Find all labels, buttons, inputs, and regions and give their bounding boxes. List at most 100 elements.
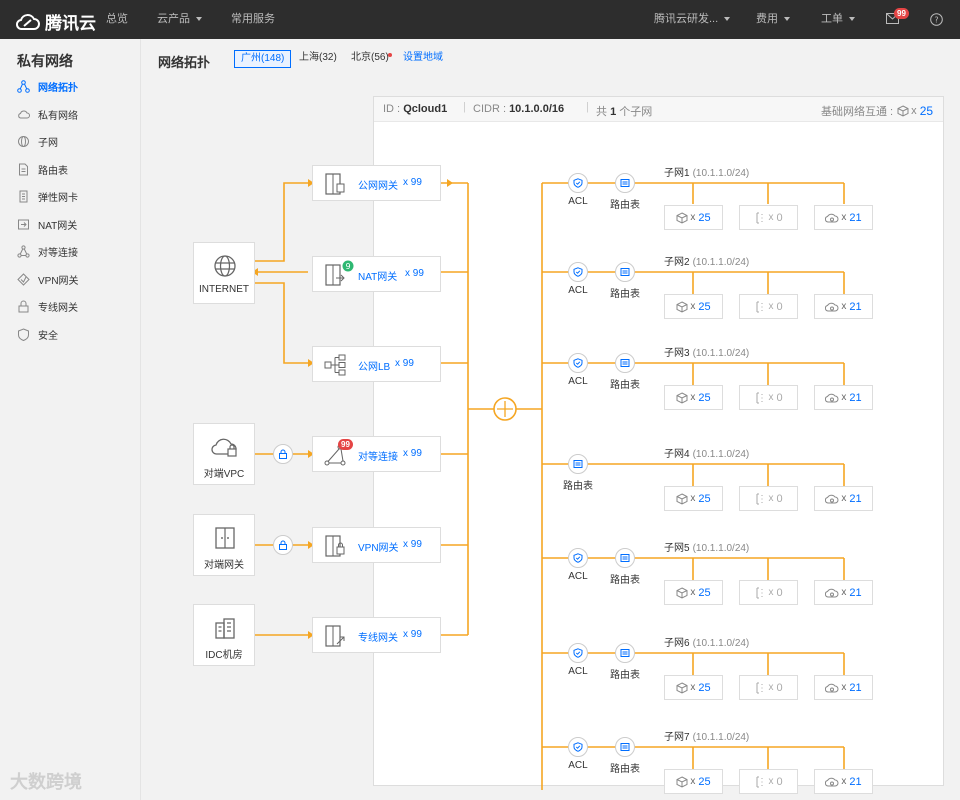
nav-products[interactable]: 云产品 <box>157 0 202 39</box>
basic-network-interop[interactable]: 基础网络互通 : x 25 <box>821 103 933 119</box>
nav-overview[interactable]: 总览 <box>106 0 128 39</box>
ticket-menu[interactable]: 工单 <box>821 0 855 39</box>
subnet-ip-count[interactable]: x0 <box>739 385 798 410</box>
divider: | <box>463 101 466 113</box>
account-name: 腾讯云研发... <box>654 13 719 25</box>
account-menu[interactable]: 腾讯云研发... <box>654 0 731 39</box>
gateway-peering[interactable]: 99 对等连接 x 99 <box>312 436 441 472</box>
page-title: 网络拓扑 <box>158 55 211 70</box>
route-table-icon[interactable] <box>615 262 635 282</box>
res-x: x <box>768 212 774 223</box>
region-new-dot <box>388 53 392 57</box>
acl-shield-icon[interactable] <box>568 737 588 757</box>
region-tab-guangzhou[interactable]: 广州(148) <box>234 50 292 68</box>
nav-common-services[interactable]: 常用服务 <box>231 0 275 39</box>
elastic-ip-icon <box>754 493 768 505</box>
res-x: x <box>841 682 847 693</box>
sidebar-item-nat[interactable]: NAT网关 <box>17 215 77 233</box>
subnet-db-count[interactable]: x 21 <box>814 385 873 410</box>
top-navbar: 腾讯云 总览 云产品 常用服务 腾讯云研发... 费用 工单 99 ? <box>0 0 960 39</box>
subnet-title: 子网2 (10.1.1.0/24) <box>664 253 749 268</box>
billing-menu[interactable]: 费用 <box>756 0 790 39</box>
res-count: 0 <box>776 300 783 313</box>
acl-shield-icon[interactable] <box>568 643 588 663</box>
sidebar-item-peering[interactable]: 对等连接 <box>17 242 78 260</box>
subnet-cvm-count[interactable]: x 25 <box>664 769 723 794</box>
subnet-cidr: (10.1.1.0/24) <box>692 543 750 554</box>
external-idc[interactable]: IDC机房 <box>193 604 255 666</box>
sidebar-item-eni[interactable]: 弹性网卡 <box>17 187 78 205</box>
cvm-cube-icon <box>676 492 690 505</box>
gateway-count: x 99 <box>405 268 424 279</box>
vpc-id: ID : Qcloud1 <box>383 103 447 115</box>
subnet-ip-count[interactable]: x0 <box>739 486 798 511</box>
res-count: 25 <box>698 586 711 599</box>
acl-shield-icon[interactable] <box>568 262 588 282</box>
route-table-icon[interactable] <box>615 173 635 193</box>
subnet-cvm-count[interactable]: x 25 <box>664 294 723 319</box>
external-label: 对端VPC <box>203 469 245 480</box>
sidebar-item-security[interactable]: 安全 <box>17 325 58 343</box>
region-tab-shanghai[interactable]: 上海(32) <box>293 50 343 68</box>
vpc-subnet-total: 共 1 个子网 <box>596 103 652 119</box>
subnet-ip-count[interactable]: x0 <box>739 205 798 230</box>
external-internet[interactable]: INTERNET <box>193 242 255 304</box>
gateway-vpn[interactable]: VPN网关 x 99 <box>312 527 441 563</box>
subnet-ip-count[interactable]: x0 <box>739 675 798 700</box>
subnet-ip-count[interactable]: x0 <box>739 580 798 605</box>
subnet-cvm-count[interactable]: x 25 <box>664 486 723 511</box>
basic-count: 25 <box>919 104 934 118</box>
gateway-nat[interactable]: 9 NAT网关 x 99 <box>312 256 441 292</box>
res-count: 21 <box>849 492 862 505</box>
subnet-cvm-count[interactable]: x 25 <box>664 675 723 700</box>
subnet-ip-count[interactable]: x0 <box>739 769 798 794</box>
logo[interactable]: 腾讯云 <box>16 9 96 34</box>
res-x: x <box>841 587 847 598</box>
route-table-icon[interactable] <box>568 454 588 474</box>
sidebar-item-label: 专线网关 <box>38 302 78 314</box>
sidebar-item-label: 子网 <box>38 137 58 149</box>
encrypted-link-lock-icon <box>273 444 293 464</box>
elastic-ip-icon <box>754 392 768 404</box>
gateway-public[interactable]: 公网网关 x 99 <box>312 165 441 201</box>
subnet-db-count[interactable]: x 21 <box>814 769 873 794</box>
subnet-cidr: (10.1.1.0/24) <box>692 348 750 359</box>
subnet-cvm-count[interactable]: x 25 <box>664 580 723 605</box>
vpc-panel-header: ID : Qcloud1 | CIDR : 10.1.0.0/16 | 共 1 … <box>374 97 943 122</box>
sidebar-item-vpc[interactable]: 私有网络 <box>17 105 78 123</box>
subnet-db-count[interactable]: x 21 <box>814 675 873 700</box>
gateway-direct-connect[interactable]: 专线网关 x 99 <box>312 617 441 653</box>
subnet-db-count[interactable]: x 21 <box>814 486 873 511</box>
subnet-db-count[interactable]: x 21 <box>814 580 873 605</box>
acl-shield-icon[interactable] <box>568 548 588 568</box>
external-peer-gateway[interactable]: 对端网关 <box>193 514 255 576</box>
subnet-ip-count[interactable]: x0 <box>739 294 798 319</box>
sidebar-item-vpn[interactable]: VPN网关 <box>17 270 79 288</box>
subnet-cvm-count[interactable]: x 25 <box>664 205 723 230</box>
sidebar-item-direct-connect[interactable]: 专线网关 <box>17 297 78 315</box>
gateway-count: x 99 <box>403 448 422 459</box>
external-peer-vpc[interactable]: 对端VPC <box>193 423 255 485</box>
region-tab-beijing[interactable]: 北京(56) <box>345 50 395 68</box>
route-table-icon[interactable] <box>615 353 635 373</box>
subnet-cvm-count[interactable]: x 25 <box>664 385 723 410</box>
sidebar-item-label: 安全 <box>38 330 58 342</box>
subnet-db-count[interactable]: x 21 <box>814 205 873 230</box>
set-region-link[interactable]: 设置地域 <box>397 50 449 68</box>
sidebar-item-topology[interactable]: 网络拓扑 <box>17 77 78 95</box>
sidebar-item-route-table[interactable]: 路由表 <box>17 160 68 178</box>
vpc-id-value: Qcloud1 <box>403 103 448 115</box>
route-table-icon[interactable] <box>615 548 635 568</box>
gateway-public-lb[interactable]: 公网LB x 99 <box>312 346 441 382</box>
database-cloud-icon <box>825 212 841 224</box>
help-button[interactable]: ? <box>930 13 943 29</box>
subnet-db-count[interactable]: x 21 <box>814 294 873 319</box>
acl-shield-icon[interactable] <box>568 353 588 373</box>
sidebar-item-subnet[interactable]: 子网 <box>17 132 58 150</box>
route-table-icon[interactable] <box>615 737 635 757</box>
sidebar-item-label: 私有网络 <box>38 110 78 122</box>
res-count: 0 <box>776 775 783 788</box>
res-count: 0 <box>776 586 783 599</box>
acl-shield-icon[interactable] <box>568 173 588 193</box>
route-table-icon[interactable] <box>615 643 635 663</box>
